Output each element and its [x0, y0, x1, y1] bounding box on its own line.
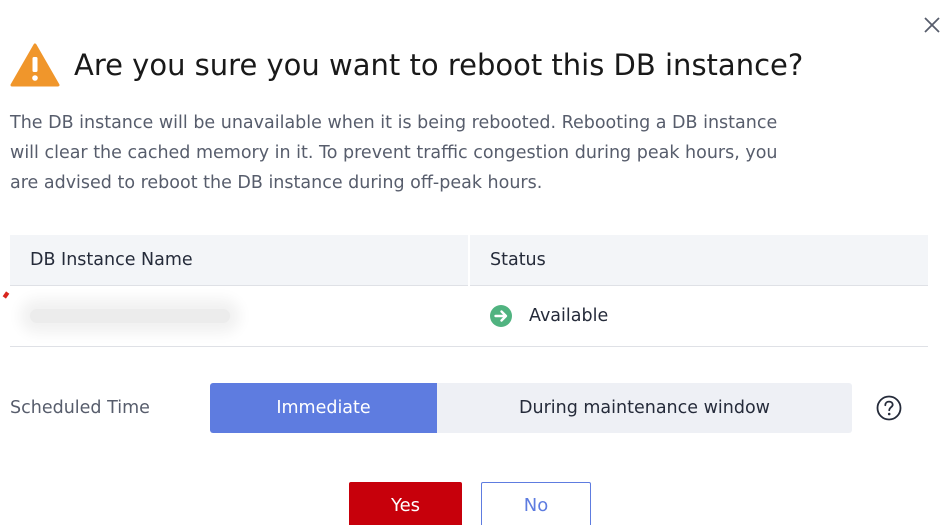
- red-mark: [2, 291, 10, 299]
- status-text: Available: [529, 306, 609, 326]
- reboot-dialog: Are you sure you want to reboot this DB …: [0, 0, 945, 525]
- no-button[interactable]: No: [481, 482, 591, 525]
- column-header-status: Status: [468, 235, 928, 286]
- arrow-right-circle-icon: [490, 305, 512, 327]
- instance-table: DB Instance Name Status Available: [10, 235, 928, 347]
- redacted-instance-name: [30, 309, 230, 323]
- dialog-header: Are you sure you want to reboot this DB …: [10, 40, 803, 90]
- scheduled-time-row: Scheduled Time Immediate During maintena…: [10, 383, 904, 433]
- dialog-title: Are you sure you want to reboot this DB …: [74, 48, 804, 82]
- status-badge: Available: [489, 304, 928, 328]
- scheduled-time-label: Scheduled Time: [10, 398, 150, 418]
- warning-icon: [10, 43, 60, 87]
- yes-button[interactable]: Yes: [349, 482, 462, 525]
- close-icon[interactable]: [921, 14, 943, 36]
- dialog-description: The DB instance will be unavailable when…: [10, 108, 925, 198]
- instance-name-cell: [10, 285, 469, 347]
- description-line: The DB instance will be unavailable when…: [10, 113, 778, 133]
- column-header-instance-name: DB Instance Name: [10, 235, 469, 286]
- table-header-row: DB Instance Name Status: [10, 235, 928, 286]
- option-maintenance-window[interactable]: During maintenance window: [437, 383, 852, 433]
- option-immediate[interactable]: Immediate: [210, 383, 437, 433]
- status-cell: Available: [469, 285, 928, 347]
- description-line: are advised to reboot the DB instance du…: [10, 173, 543, 193]
- description-line: will clear the cached memory in it. To p…: [10, 143, 778, 163]
- table-row: Available: [10, 285, 928, 347]
- question-circle-icon[interactable]: [874, 393, 904, 423]
- scheduled-time-selector: Immediate During maintenance window: [210, 383, 852, 433]
